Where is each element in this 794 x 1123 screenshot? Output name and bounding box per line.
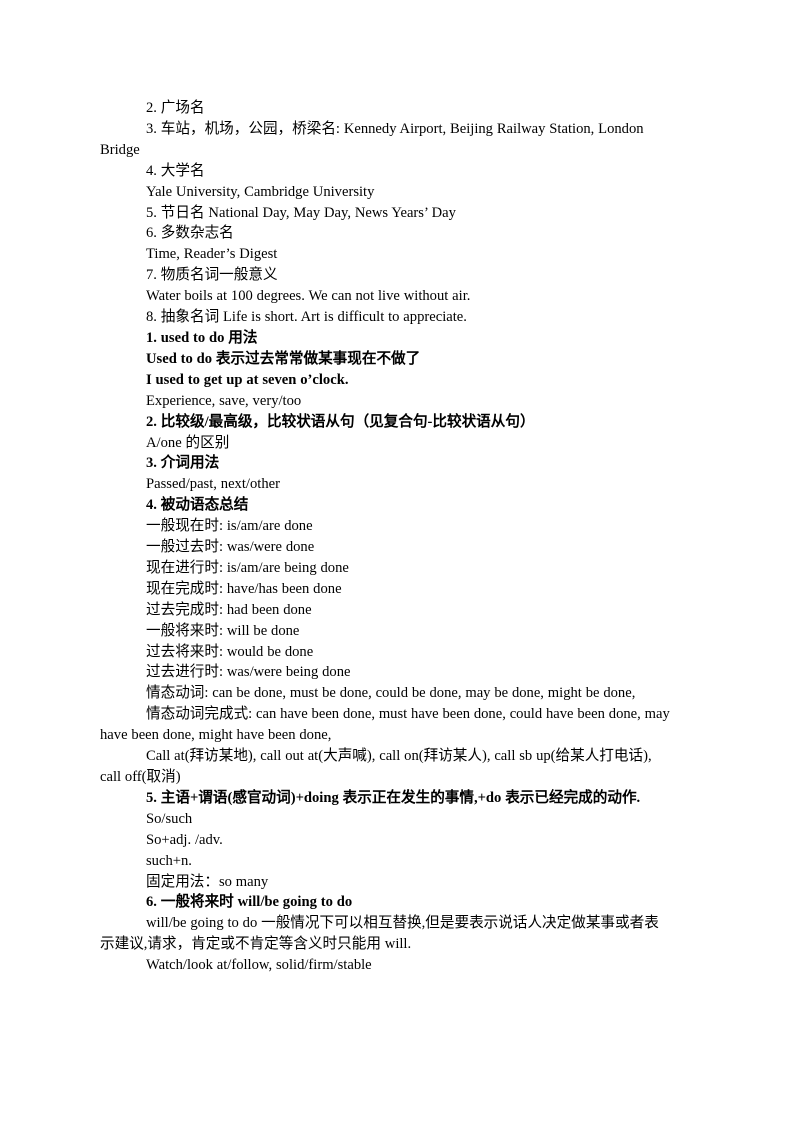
text-paragraph: A/one 的区别 (146, 434, 230, 451)
section-heading: 3. 介词用法 (146, 455, 220, 472)
text-paragraph: will/be going to do 一般情况下可以相互替换,但是要表示说话人… (100, 915, 659, 953)
section-heading: 1. used to do 用法 (146, 329, 258, 346)
text-paragraph: 过去将来时: would be done (146, 643, 314, 660)
text-paragraph: Time, Reader’s Digest (146, 246, 278, 263)
text-paragraph: 7. 物质名词一般意义 (146, 267, 278, 284)
text-paragraph: Experience, save, very/too (146, 392, 302, 409)
document-body: 2. 广场名 3. 车站，机场，公园，桥梁名: Kennedy Airport,… (100, 98, 672, 976)
text-paragraph: 8. 抽象名词 Life is short. Art is difficult … (146, 309, 467, 326)
text-paragraph: 现在进行时: is/am/are being done (146, 559, 349, 576)
text-paragraph: 3. 车站，机场，公园，桥梁名: Kennedy Airport, Beijin… (100, 120, 644, 158)
text-paragraph: 一般现在时: is/am/are done (146, 518, 313, 535)
document-page: 2. 广场名 3. 车站，机场，公园，桥梁名: Kennedy Airport,… (0, 0, 794, 1123)
text-paragraph: Yale University, Cambridge University (146, 183, 375, 200)
text-paragraph: such+n. (146, 852, 192, 869)
text-paragraph: 一般将来时: will be done (146, 622, 300, 639)
section-heading: Used to do 表示过去常常做某事现在不做了 (146, 350, 421, 367)
text-paragraph: So+adj. /adv. (146, 831, 223, 848)
section-heading: I used to get up at seven o’clock. (146, 371, 349, 388)
section-heading: 6. 一般将来时 will/be going to do (146, 894, 353, 911)
section-heading: 4. 被动语态总结 (146, 497, 249, 514)
text-paragraph: 2. 广场名 (146, 100, 205, 116)
text-paragraph: 过去完成时: had been done (146, 601, 312, 618)
text-paragraph: 4. 大学名 (146, 162, 205, 179)
text-paragraph: Passed/past, next/other (146, 476, 280, 493)
text-paragraph: 现在完成时: have/has been done (146, 580, 342, 597)
text-paragraph: So/such (146, 810, 193, 827)
text-paragraph: Call at(拜访某地), call out at(大声喊), call on… (100, 748, 652, 785)
section-heading: 2. 比较级/最高级，比较状语从句（见复合句-比较状语从句） (146, 413, 535, 430)
text-paragraph: 情态动词: can be done, must be done, could b… (146, 685, 636, 702)
text-paragraph: 过去进行时: was/were being done (146, 664, 351, 681)
text-paragraph: 情态动词完成式: can have been done, must have b… (100, 706, 670, 744)
text-paragraph: 固定用法：so many (146, 873, 269, 890)
text-paragraph: 一般过去时: was/were done (146, 539, 315, 556)
section-heading: 5. 主语+谓语(感官动词)+doing 表示正在发生的事情,+do 表示已经完… (146, 789, 641, 806)
text-paragraph: 5. 节日名 National Day, May Day, News Years… (146, 204, 456, 221)
text-paragraph: 6. 多数杂志名 (146, 225, 234, 242)
text-paragraph: Water boils at 100 degrees. We can not l… (146, 288, 471, 305)
text-paragraph: Watch/look at/follow, solid/firm/stable (146, 957, 372, 974)
